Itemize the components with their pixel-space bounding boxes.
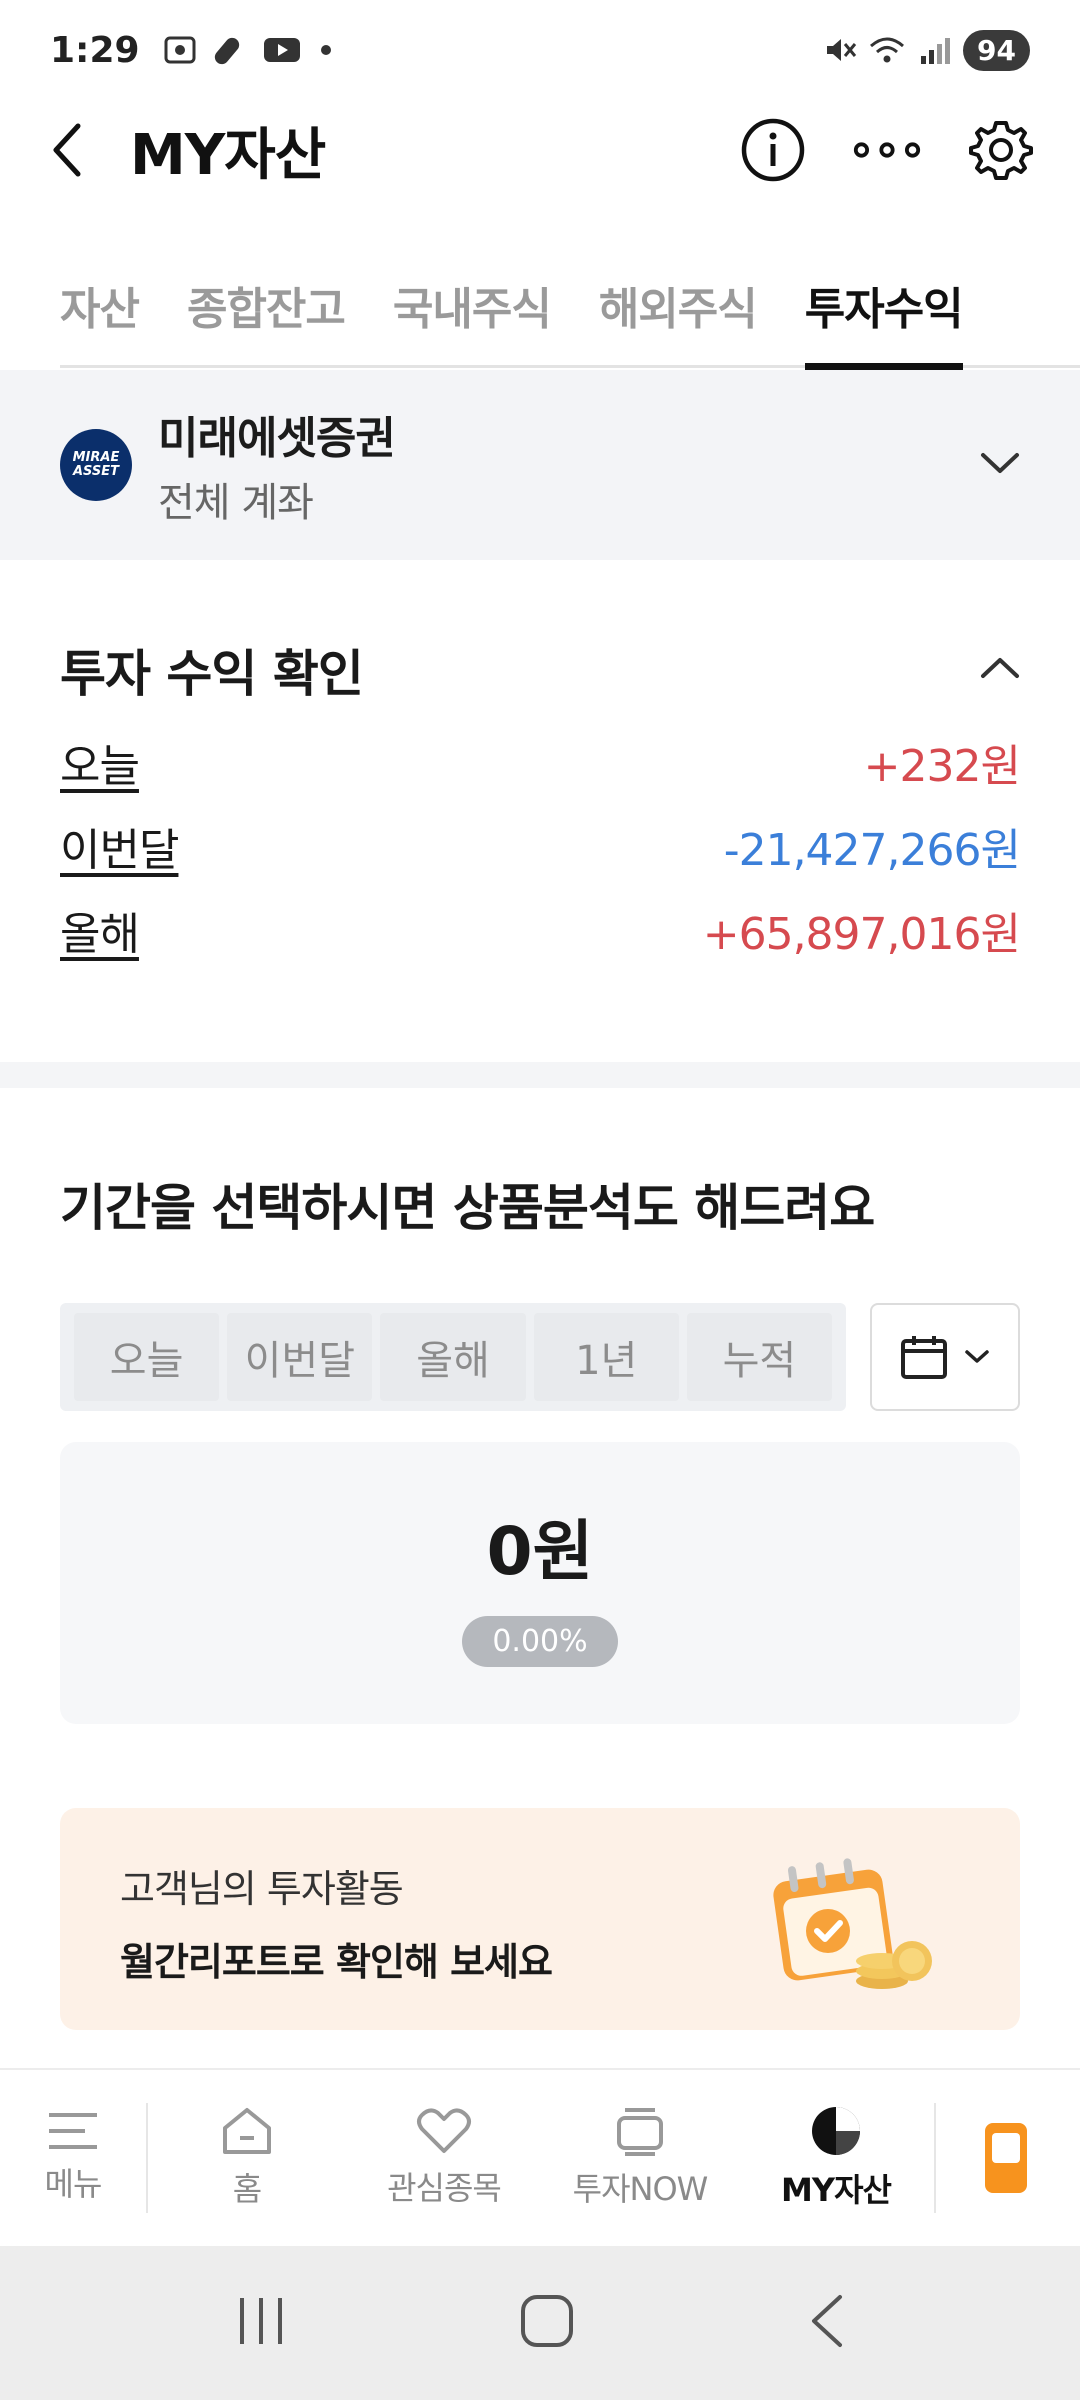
more-icon [853,142,921,158]
back-arrow-icon [811,2295,842,2347]
account-text: 미래에셋증권 전체 계좌 [158,402,396,528]
home-icon [223,2108,271,2154]
more-button[interactable] [852,115,922,185]
nav-label-my-assets: MY자산 [781,2171,892,2209]
chevron-left-icon [53,123,81,177]
pie-chart-icon [812,2107,860,2155]
date-range-button[interactable] [870,1303,1020,1411]
tab-assets[interactable]: 자산 [60,242,140,368]
chevron-up-icon [981,658,1019,678]
status-time: 1:29 [50,29,140,71]
tab-bar: 자산 종합잔고 국내주식 해외주식 투자수익 [60,242,1080,371]
broker-logo-line1: MIRAE [72,450,120,465]
nav-watchlist[interactable]: 관심종목 [346,2069,542,2247]
nav-label-invest-now: 투자NOW [572,2170,709,2208]
battery-badge: 94 [963,29,1030,71]
broker-logo: MIRAE ASSET [60,429,132,501]
settings-button[interactable] [966,115,1036,185]
gear-icon [969,121,1033,180]
profit-row-today: 오늘 +232원 [60,720,1021,804]
collapse-button[interactable] [980,656,1020,684]
profit-value-month: -21,427,266원 [723,825,1021,876]
app-header: MY자산 [0,100,1080,200]
account-scope: 전체 계좌 [158,480,314,526]
tab-total-balance[interactable]: 종합잔고 [187,242,346,368]
info-button[interactable] [738,115,808,185]
recent-apps-icon [240,2298,283,2344]
home-system-button[interactable] [519,2293,575,2353]
nav-label-watchlist: 관심종목 [387,2169,502,2207]
pill-icon [214,37,239,65]
tab-domestic-stocks[interactable]: 국내주식 [393,242,552,368]
tab-investment-returns[interactable]: 투자수익 [804,242,964,371]
back-button[interactable] [52,120,96,180]
broker-logo-line2: ASSET [72,464,120,479]
chevron-down-icon [981,453,1019,473]
signal-icon [921,38,951,64]
bottom-navigation: 메뉴 홈 관심종목 투자NOW MY자산 [0,2068,1080,2246]
page-title: MY자산 [130,122,326,188]
nav-menu[interactable]: 메뉴 [0,2069,146,2247]
profit-label-today[interactable]: 오늘 [60,730,140,794]
period-result-card: 0원 0.00% [60,1442,1020,1724]
status-system-icons: 94 [821,29,1030,71]
period-option-1year[interactable]: 1년 [533,1313,679,1401]
profit-value-year: +65,897,016원 [702,909,1021,960]
nav-label-home: 홈 [232,2170,262,2208]
profit-label-year[interactable]: 올해 [60,898,140,962]
tab-foreign-stocks[interactable]: 해외주식 [599,242,758,368]
phone-shortcut-icon [985,2123,1027,2193]
cards-icon [617,2108,663,2156]
period-selector: 오늘 이번달 올해 1년 누적 [60,1303,846,1411]
period-option-year[interactable]: 올해 [380,1313,526,1401]
chevron-down-icon [965,1350,989,1363]
info-icon [741,118,805,182]
period-title: 기간을 선택하시면 상품분석도 해드려요 [60,1179,875,1237]
menu-icon [49,2113,97,2149]
dot-icon [320,45,331,55]
calendar-icon [901,1336,947,1379]
status-bar: 1:29 94 [0,0,1080,100]
profit-label-month[interactable]: 이번달 [60,814,179,878]
status-notification-icons [162,32,336,68]
nav-my-assets[interactable]: MY자산 [738,2069,934,2247]
calendar-coins-illustration [773,1858,932,1989]
header-actions [738,115,1036,185]
period-option-month[interactable]: 이번달 [227,1313,373,1401]
profit-row-year: 올해 +65,897,016원 [60,888,1021,972]
account-selector[interactable]: MIRAE ASSET 미래에셋증권 전체 계좌 [0,370,1080,560]
monthly-report-banner[interactable]: 고객님의 투자활동 월간리포트로 확인해 보세요 [60,1808,1020,2030]
back-system-button[interactable] [808,2293,844,2353]
period-result-amount: 0원 [486,1513,594,1590]
profit-summary: 투자 수익 확인 오늘 +232원 이번달 -21,427,266원 올해 +6… [60,620,1021,972]
account-dropdown-toggle[interactable] [980,451,1020,479]
youtube-icon [263,38,300,62]
profit-row-month: 이번달 -21,427,266원 [60,804,1021,888]
profit-summary-header: 투자 수익 확인 [60,620,1020,720]
wifi-icon [870,37,905,63]
mute-icon [827,39,857,61]
nav-invest-now[interactable]: 투자NOW [542,2069,738,2247]
period-option-today[interactable]: 오늘 [74,1313,220,1401]
nav-label-menu: 메뉴 [44,2165,103,2203]
broker-name: 미래에셋증권 [158,413,396,464]
profit-summary-title: 투자 수익 확인 [60,645,364,703]
system-navigation-bar [0,2246,1080,2400]
section-divider [0,1062,1080,1088]
period-option-cumulative[interactable]: 누적 [686,1313,833,1401]
screenshot-icon [164,36,196,64]
profit-value-today: +232원 [863,741,1021,792]
recent-apps-button[interactable] [236,2294,286,2352]
home-square-icon [520,2295,573,2347]
quick-shortcut-button[interactable] [936,2069,1076,2247]
nav-home[interactable]: 홈 [148,2069,346,2247]
period-result-rate: 0.00% [462,1616,618,1667]
heart-icon [417,2108,471,2153]
